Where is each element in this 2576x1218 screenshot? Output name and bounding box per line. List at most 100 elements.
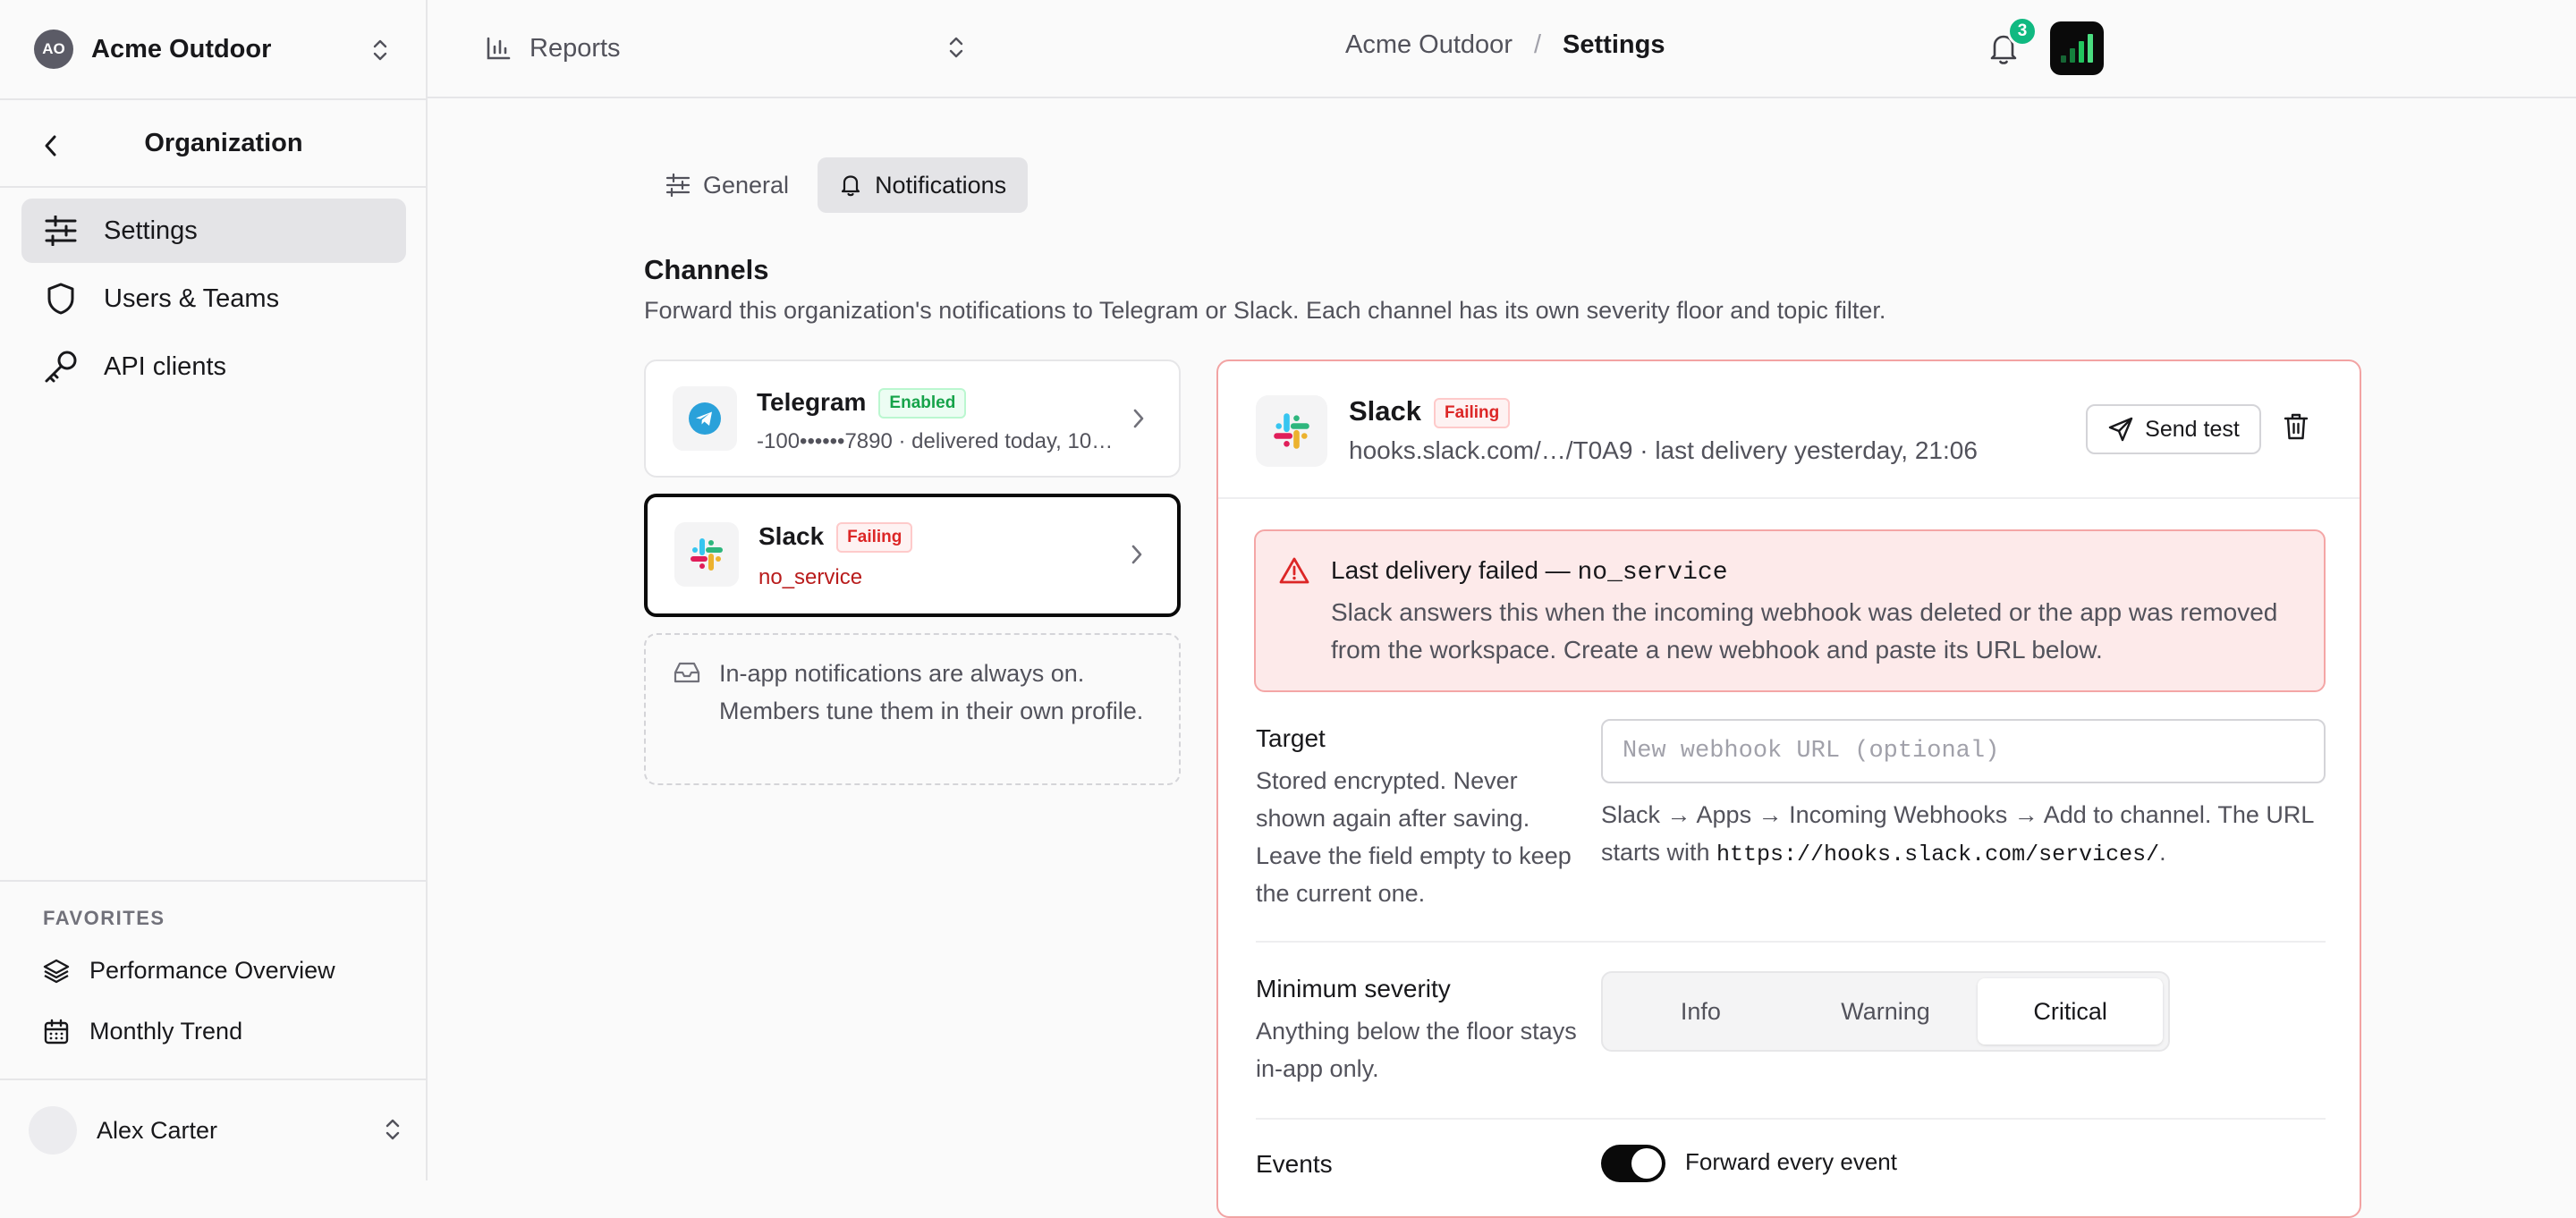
slack-icon (1256, 395, 1327, 467)
inapp-notice-text: In-app notifications are always on. Memb… (719, 660, 1144, 724)
logo-bar (2061, 55, 2066, 63)
sidebar-divider (0, 98, 426, 100)
logo-bar (2070, 48, 2075, 63)
chevron-right-icon (1129, 542, 1145, 567)
tab-label: General (703, 171, 790, 199)
severity-help: Anything below the floor stays in-app on… (1256, 1018, 1577, 1082)
calendar-icon (43, 1019, 70, 1045)
favorite-item-label: Performance Overview (89, 957, 335, 984)
severity-segmented-control: Info Warning Critical (1601, 971, 2170, 1052)
target-help: Stored encrypted. Never shown again afte… (1256, 767, 1572, 907)
sidebar-item-users-teams[interactable]: Users & Teams (21, 266, 406, 331)
trash-icon[interactable] (2283, 411, 2309, 442)
notification-count-badge: 3 (2007, 16, 2038, 47)
sliders-icon (43, 213, 79, 249)
sidebar-item-api-clients[interactable]: API clients (21, 334, 406, 399)
chevron-right-icon (1131, 406, 1147, 431)
target-label: Target (1256, 724, 1326, 752)
tab-general[interactable]: General (644, 157, 810, 213)
sidebar-divider (0, 186, 426, 188)
telegram-icon (673, 386, 737, 451)
report-selector[interactable]: Reports (485, 30, 968, 66)
settings-tabs: General Notifications (644, 157, 1035, 213)
send-icon (2107, 416, 2134, 443)
sidebar-section-title: Organization (144, 129, 303, 157)
detail-header: Slack Failing hooks.slack.com/…/T0A9 · la… (1218, 361, 2360, 499)
severity-option-critical[interactable]: Critical (1978, 978, 2164, 1045)
favorite-item-performance-overview[interactable]: Performance Overview (43, 957, 335, 985)
status-badge: Failing (1434, 398, 1511, 428)
slack-icon (674, 522, 739, 587)
org-avatar: AO (34, 30, 73, 69)
webhook-url-help: Slack → Apps → Incoming Webhooks → Add t… (1601, 796, 2326, 874)
severity-label: Minimum severity (1256, 975, 1451, 1002)
sidebar-item-settings[interactable]: Settings (21, 199, 406, 263)
alert-title: Last delivery failed — no_service (1331, 556, 1728, 587)
toggle-knob (1631, 1148, 1662, 1179)
tab-notifications[interactable]: Notifications (818, 157, 1029, 213)
severity-option-warning[interactable]: Warning (1793, 978, 1979, 1045)
chevron-up-down-icon (369, 37, 392, 63)
breadcrumb-separator: / (1533, 30, 1542, 59)
inbox-icon (673, 660, 701, 685)
detail-subtitle: hooks.slack.com/…/T0A9 · last delivery y… (1349, 436, 1978, 464)
breadcrumb: Acme Outdoor / Settings (1345, 30, 1665, 60)
events-label: Events (1256, 1150, 1333, 1178)
forward-every-event-toggle[interactable] (1601, 1145, 1665, 1182)
org-switcher[interactable]: AO Acme Outdoor (34, 27, 392, 72)
channel-name: Slack Failing (758, 522, 913, 553)
key-icon (43, 349, 79, 385)
chevron-up-down-icon (381, 1116, 404, 1143)
sidebar-item-label: Users & Teams (104, 283, 280, 313)
org-name: Acme Outdoor (91, 34, 272, 63)
tab-label: Notifications (875, 171, 1007, 199)
channel-name: Telegram Enabled (757, 388, 967, 419)
favorite-item-monthly-trend[interactable]: Monthly Trend (43, 1018, 242, 1045)
alert-error-code: no_service (1577, 559, 1728, 587)
detail-title: Slack Failing (1349, 395, 1511, 428)
webhook-url-prefix: https://hooks.slack.com/services/ (1716, 842, 2160, 867)
favorite-item-label: Monthly Trend (89, 1018, 243, 1045)
alert-title-text: Last delivery failed — (1331, 556, 1578, 584)
send-test-label: Send test (2145, 416, 2240, 442)
delivery-error-alert: Last delivery failed — no_service Slack … (1254, 529, 2326, 692)
report-selector-label: Reports (530, 33, 621, 63)
user-menu[interactable]: Alex Carter (29, 1105, 404, 1155)
breadcrumb-current: Settings (1563, 30, 1665, 59)
channel-name-text: Telegram (757, 388, 867, 416)
channel-card-telegram[interactable]: Telegram Enabled -100••••••7890 · deliver… (644, 359, 1181, 478)
sidebar-item-label: API clients (104, 351, 226, 381)
detail-title-text: Slack (1349, 395, 1422, 427)
bell-icon (839, 173, 862, 198)
warning-icon (1279, 556, 1309, 585)
breadcrumb-parent[interactable]: Acme Outdoor (1345, 30, 1513, 60)
channels-title: Channels (644, 254, 769, 285)
channel-subtitle: -100••••••7890 · delivered today, 10… (757, 429, 1114, 453)
avatar (29, 1106, 77, 1155)
sidebar-divider (0, 880, 426, 882)
logo-bar (2079, 41, 2084, 63)
send-test-button[interactable]: Send test (2086, 404, 2261, 454)
webhook-url-input[interactable] (1601, 719, 2326, 783)
shield-icon (43, 281, 79, 317)
sliders-icon (665, 173, 691, 197)
webhook-url-help-end: . (2159, 839, 2166, 866)
severity-option-info[interactable]: Info (1608, 978, 1793, 1045)
app-logo[interactable] (2050, 21, 2104, 75)
alert-body: Slack answers this when the incoming web… (1331, 598, 2278, 664)
status-badge: Enabled (878, 388, 967, 419)
channel-subtitle: no_service (758, 565, 863, 589)
logo-bar (2088, 34, 2093, 63)
section-divider (1256, 941, 2326, 943)
channel-detail-panel: Slack Failing hooks.slack.com/…/T0A9 · la… (1216, 359, 2361, 1218)
channel-name-text: Slack (758, 522, 825, 550)
layers-icon (43, 958, 70, 985)
chevron-up-down-icon (945, 34, 968, 61)
status-badge: Failing (836, 522, 913, 553)
channel-card-slack[interactable]: Slack Failing no_service (644, 494, 1181, 617)
channels-description: Forward this organization's notification… (644, 297, 1886, 324)
sidebar-item-label: Settings (104, 216, 198, 245)
forward-every-event-label: Forward every event (1685, 1148, 1897, 1175)
top-bar: Reports Acme Outdoor / Settings (428, 0, 2576, 98)
inapp-notice: In-app notifications are always on. Memb… (644, 633, 1181, 785)
